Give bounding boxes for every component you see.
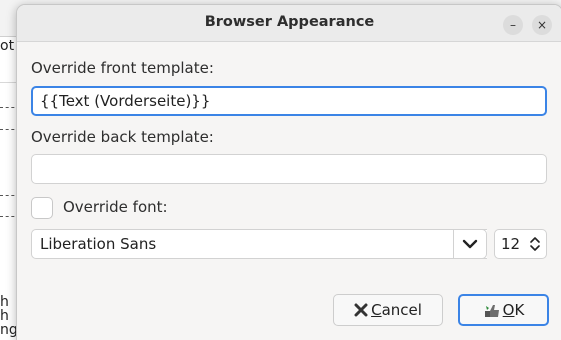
minimize-button[interactable]: – (503, 15, 523, 35)
ok-mnemonic: O (502, 301, 515, 319)
minimize-icon: – (510, 18, 516, 32)
cancel-button[interactable]: Cancel (333, 294, 443, 326)
font-family-value: Liberation Sans (40, 235, 157, 253)
close-button[interactable]: × (532, 15, 552, 35)
dialog-titlebar[interactable]: Browser Appearance – × (17, 5, 561, 42)
front-template-input[interactable]: {{Text (Vorderseite)}} (31, 86, 547, 116)
chevron-down-icon (462, 239, 478, 249)
font-family-dropdown-button[interactable] (453, 229, 487, 259)
background-text-fragment: ot (0, 38, 15, 54)
override-font-label[interactable]: Override font: (63, 198, 168, 216)
front-template-label: Override front template: (31, 59, 214, 77)
cancel-mnemonic: C (371, 301, 382, 319)
spin-up-down-icon[interactable] (528, 235, 542, 253)
back-template-input[interactable] (31, 154, 547, 184)
font-size-spinner[interactable]: 12 (494, 229, 547, 259)
font-family-select[interactable]: Liberation Sans (31, 229, 487, 259)
ok-thumb-icon (484, 305, 499, 317)
close-icon: × (536, 18, 548, 32)
font-size-value: 12 (501, 235, 521, 253)
override-font-checkbox[interactable] (31, 197, 53, 219)
ok-button[interactable]: OK (458, 294, 549, 326)
browser-appearance-dialog: Browser Appearance – × Override front te… (16, 4, 561, 340)
cancel-label: ancel (381, 301, 422, 319)
back-template-label: Override back template: (31, 128, 214, 146)
dialog-title: Browser Appearance (204, 14, 375, 30)
cancel-x-icon (354, 303, 368, 317)
ok-label: K (514, 301, 525, 319)
